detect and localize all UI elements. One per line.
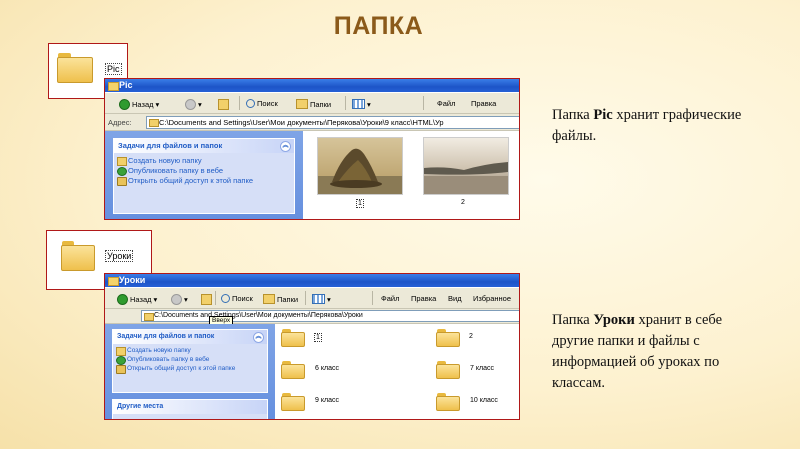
task-share[interactable]: Открыть общий доступ к этой папке [113,364,267,374]
forward-arrow-icon [171,294,182,305]
folder-name-2: 2 [469,333,473,340]
task-pane: Задачи для файлов и папок ︽ Создать нову… [105,131,303,219]
uroki-folder-label: Уроки [105,250,134,262]
file-tasks-panel: Задачи для файлов и папок ︽ Создать нову… [112,329,268,393]
folder-name-10-class: 10 класс [470,397,498,404]
folders-button[interactable]: Папки [263,294,298,304]
folder-icon[interactable] [281,393,305,411]
pic-description: Папка Pic хранит графические файлы. [552,107,742,144]
file-thumbnail-2[interactable] [423,137,509,195]
file-name-1: 1 [356,199,364,208]
file-tasks-panel: Задачи для файлов и папок ︽ Создать нову… [113,138,295,214]
task-publish-web[interactable]: Опубликовать папку в вебе [113,355,267,365]
folder-up-icon [201,294,212,305]
menu-view[interactable]: Вид [448,294,462,303]
tasks-header[interactable]: Задачи для файлов и папок ︽ [113,330,267,344]
folder-name-6-class: 6 класс [315,365,339,372]
new-folder-icon [117,157,127,166]
toolbar: Назад ▾ ▾ Поиск Папки ▾ Файл Правка [105,93,519,114]
folder-icon [149,119,159,127]
window-title: Уроки [119,275,146,285]
tasks-header[interactable]: Задачи для файлов и папок ︽ [114,139,294,153]
painting-thumbnail-1 [318,138,402,194]
window-titlebar: Уроки [105,274,519,287]
folder-icon[interactable] [281,329,305,347]
back-arrow-icon [117,294,128,305]
globe-icon [117,167,127,176]
other-places-panel: Другие места [112,399,268,419]
folder-icon[interactable] [436,329,460,347]
pic-explorer-window: Pic Назад ▾ ▾ Поиск Папки ▾ Файл Правка … [104,78,520,220]
forward-arrow-icon [185,99,196,110]
folder-icon [144,313,154,321]
menu-file[interactable]: Файл [381,294,399,303]
folder-icon[interactable] [436,361,460,379]
folder-up-icon [218,99,229,110]
task-share[interactable]: Открыть общий доступ к этой папке [114,176,294,186]
up-button[interactable] [218,99,229,110]
forward-button[interactable]: ▾ [185,99,202,110]
toolbar: Назад ▾ ▾ Поиск Папки ▾ Файл Правка Вид … [105,288,519,309]
search-button[interactable]: Поиск [221,294,253,303]
folder-icon [57,53,93,83]
other-places-header[interactable]: Другие места [113,400,267,414]
collapse-icon[interactable]: ︽ [280,141,291,152]
share-icon [117,177,127,186]
menu-file[interactable]: Файл [437,99,455,108]
task-pane: Задачи для файлов и папок ︽ Создать нову… [105,324,275,419]
views-button[interactable]: ▾ [312,294,331,304]
folders-icon [263,294,275,304]
folder-name-9-class: 9 класс [315,397,339,404]
back-button[interactable]: Назад ▾ [117,294,157,305]
menu-edit[interactable]: Правка [471,99,496,108]
uroki-description: Папка Уроки хранит в себе другие папки и… [552,312,723,391]
search-icon [221,294,230,303]
task-new-folder[interactable]: Создать новую папку [114,156,294,166]
collapse-icon[interactable]: ︽ [253,332,264,343]
folders-icon [296,99,308,109]
folders-button[interactable]: Папки [296,99,331,109]
views-icon [312,294,325,304]
window-titlebar: Pic [105,79,519,92]
address-bar: Адрес: C:\Documents and Settings\User\Мо… [105,114,519,131]
task-new-folder[interactable]: Создать новую папку [113,346,267,356]
address-field[interactable]: C:\Documents and Settings\User\Мои докум… [141,310,519,322]
painting-thumbnail-2 [424,138,508,194]
search-icon [246,99,255,108]
folder-name-1: 1 [314,333,322,342]
share-icon [116,365,126,374]
folder-icon [108,82,119,91]
task-publish-web[interactable]: Опубликовать папку в вебе [114,166,294,176]
forward-button[interactable]: ▾ [171,294,188,305]
menu-edit[interactable]: Правка [411,294,436,303]
views-icon [352,99,365,109]
slide-title: ПАПКА [333,12,424,40]
folder-icon[interactable] [436,393,460,411]
address-label: Адрес: [108,118,132,127]
folder-name-7-class: 7 класс [470,365,494,372]
uroki-explorer-window: Уроки Назад ▾ ▾ Поиск Папки ▾ Файл Правк… [104,273,520,420]
back-button[interactable]: Назад ▾ [119,99,159,110]
file-name-2: 2 [461,199,465,206]
views-button[interactable]: ▾ [352,99,371,109]
file-thumbnail-1[interactable] [317,137,403,195]
folder-icon[interactable] [281,361,305,379]
address-field[interactable]: C:\Documents and Settings\User\Мои докум… [146,116,519,129]
window-title: Pic [119,80,133,90]
back-arrow-icon [119,99,130,110]
folder-icon [108,277,119,286]
search-button[interactable]: Поиск [246,99,278,108]
folder-icon [61,241,95,271]
menu-favorites[interactable]: Избранное [473,294,511,303]
pic-folder-label: Pic [105,63,122,75]
up-button[interactable] [201,294,212,305]
address-bar: C:\Documents and Settings\User\Мои докум… [105,309,519,324]
